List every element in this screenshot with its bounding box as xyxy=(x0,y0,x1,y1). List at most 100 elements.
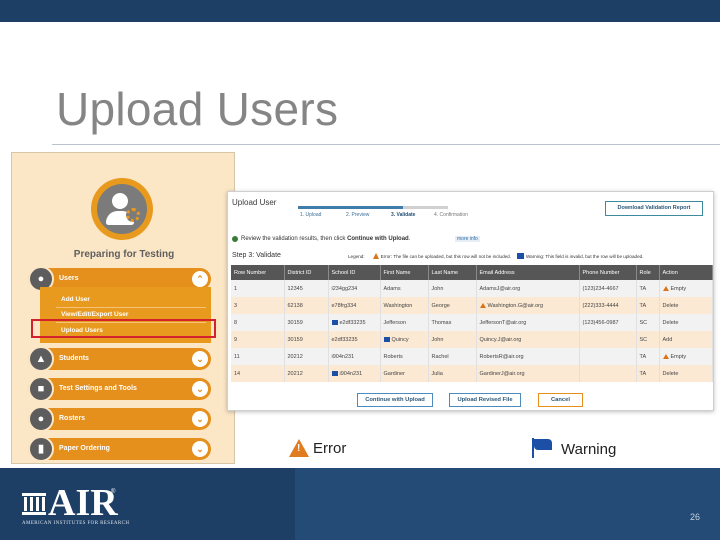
table-cell: 20212 xyxy=(284,348,329,365)
chevron-up-icon[interactable]: ⌃ xyxy=(192,271,208,287)
divider xyxy=(56,307,206,308)
cell-text: SC xyxy=(639,336,648,343)
error-icon xyxy=(479,302,486,308)
chevron-down-icon[interactable]: ⌄ xyxy=(192,351,208,367)
cell-text: 3 xyxy=(234,302,238,309)
table-row: 8 30159 e2df33235 Jefferson Thomas JeffersonT… xyxy=(231,314,713,331)
sidebar-heading: Preparing for Testing xyxy=(73,249,175,260)
table-cell: (123)456-0987 xyxy=(579,314,637,331)
chevron-down-icon[interactable]: ⌄ xyxy=(192,411,208,427)
info-message: Review the validation results, then clic… xyxy=(241,236,411,242)
chevron-down-icon[interactable]: ⌄ xyxy=(192,441,208,457)
table-cell: Gardiner xyxy=(380,365,429,382)
table-cell: 20212 xyxy=(284,365,329,382)
table-cell: GardinerJ@air.org xyxy=(476,365,580,382)
table-cell: 3 xyxy=(231,297,285,314)
column-header: Email Address xyxy=(476,265,580,280)
table-row: 11 20212 i904n231 Roberts Rachel RobertsR@air… xyxy=(231,348,713,365)
table-cell: Washington.G@air.org xyxy=(476,297,580,314)
table-cell: (222)333-4444 xyxy=(579,297,637,314)
nav-item-paper-ordering[interactable]: ▮ Paper Ordering ⌄ xyxy=(28,436,211,462)
column-header: Row Number xyxy=(231,265,285,280)
table-cell xyxy=(579,331,637,348)
table-cell: Quincy.J@air.org xyxy=(476,331,580,348)
table-cell: Delete xyxy=(659,314,713,331)
cell-text: John xyxy=(431,285,444,292)
cell-text: Washington.G@air.org xyxy=(487,302,544,309)
roster-icon: ● xyxy=(28,406,54,432)
cell-text: TA xyxy=(639,302,647,309)
column-header: Role xyxy=(636,265,660,280)
cell-text: e2df33235 xyxy=(339,319,366,326)
table-cell: AdamsJ@air.org xyxy=(476,280,580,297)
table-cell: Thomas xyxy=(428,314,477,331)
table-cell xyxy=(579,365,637,382)
error-legend-label: Error xyxy=(313,440,347,457)
cell-text: (222)333-4444 xyxy=(582,302,619,309)
table-row: 3 62138 e78frg334 Washington George Washingto… xyxy=(231,297,713,314)
panel-title: Upload User xyxy=(232,198,277,207)
column-header: First Name xyxy=(380,265,429,280)
top-bar xyxy=(0,0,720,22)
cell-text: George xyxy=(431,302,450,309)
graduation-cap-icon: ▲ xyxy=(28,346,54,372)
error-icon xyxy=(372,253,379,259)
column-header: Phone Number xyxy=(579,265,637,280)
cell-text: Adams xyxy=(383,285,401,292)
cell-text: 30159 xyxy=(287,319,303,326)
building-logo-icon xyxy=(22,493,46,515)
cell-text: TA xyxy=(639,353,647,360)
air-logo-subtitle: AMERICAN INSTITUTES FOR RESEARCH xyxy=(22,521,130,526)
nav-item-students[interactable]: ▲ Students ⌄ xyxy=(28,346,211,372)
upload-revised-file-button[interactable]: Upload Revised File xyxy=(449,393,521,407)
warning-flag-icon xyxy=(331,370,338,376)
column-header: School ID xyxy=(328,265,381,280)
slide-title: Upload Users xyxy=(56,83,339,135)
cell-text: Quincy xyxy=(391,336,409,343)
more-info-link[interactable]: more info xyxy=(455,236,480,242)
cell-text: i904n231 xyxy=(339,370,363,377)
chevron-down-icon[interactable]: ⌄ xyxy=(192,381,208,397)
cell-text: Roberts xyxy=(383,353,403,360)
table-cell: Quincy xyxy=(380,331,429,348)
legend: Legend: Error: The file can be uploaded, … xyxy=(348,253,644,259)
warning-flag-icon xyxy=(517,253,525,259)
cell-text: Empty xyxy=(670,285,687,292)
table-row: 9 30159 e2df33235 Quincy John Quincy.J@air.or… xyxy=(231,331,713,348)
nav-label: Paper Ordering xyxy=(59,445,110,452)
warning-flag-icon xyxy=(331,319,338,325)
nav-label: Users xyxy=(59,275,79,282)
registered-mark: ® xyxy=(111,489,116,495)
cell-text: e2df33235 xyxy=(331,336,358,343)
step-progress-fill xyxy=(298,206,403,209)
table-cell: 1 xyxy=(231,280,285,297)
submenu-view-edit-export-user[interactable]: View/Edit/Export User xyxy=(61,311,128,318)
error-icon: ! xyxy=(289,439,309,457)
table-cell: George xyxy=(428,297,477,314)
nav-item-rosters[interactable]: ● Rosters ⌄ xyxy=(28,406,211,432)
table-cell: 9 xyxy=(231,331,285,348)
cell-text: 8 xyxy=(234,319,238,326)
cancel-button[interactable]: Cancel xyxy=(538,393,583,407)
air-logo-text: AIR xyxy=(48,482,118,524)
warning-flag-icon xyxy=(532,438,554,458)
paper-icon: ▮ xyxy=(28,436,54,462)
download-validation-report-button[interactable]: Download Validation Report xyxy=(605,201,703,216)
table-cell: John xyxy=(428,280,477,297)
continue-with-upload-button[interactable]: Continue with Upload xyxy=(357,393,433,407)
table-cell: TA xyxy=(636,348,660,365)
cell-text: 9 xyxy=(234,336,238,343)
nav-item-test-settings[interactable]: ■ Test Settings and Tools ⌄ xyxy=(28,376,211,402)
error-icon xyxy=(662,353,669,359)
submenu-add-user[interactable]: Add User xyxy=(61,296,90,303)
table-cell: i234gg234 xyxy=(328,280,381,297)
table-cell: Delete xyxy=(659,365,713,382)
table-cell: i904n231 xyxy=(328,348,381,365)
cell-text: 20212 xyxy=(287,370,303,377)
cell-text: i234gg234 xyxy=(331,285,358,292)
cell-text: Jefferson xyxy=(383,319,407,326)
table-cell: Washington xyxy=(380,297,429,314)
nav-label: Test Settings and Tools xyxy=(59,385,137,392)
table-cell: SC xyxy=(636,314,660,331)
table-cell: 30159 xyxy=(284,331,329,348)
